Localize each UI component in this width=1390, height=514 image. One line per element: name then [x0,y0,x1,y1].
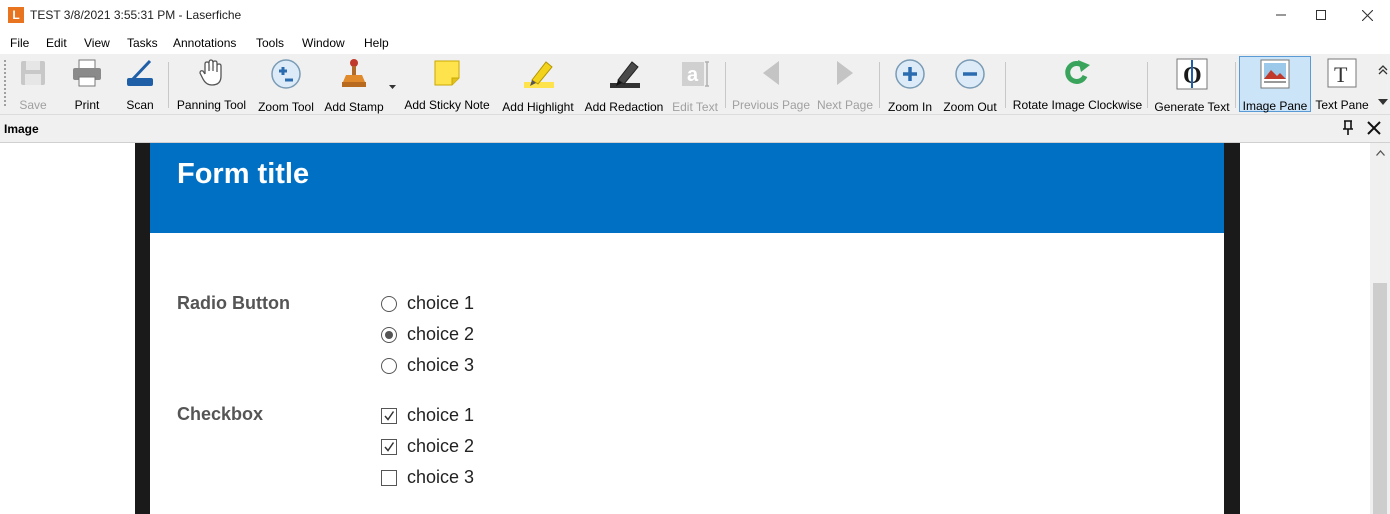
close-pane-button[interactable] [1366,120,1382,136]
arrow-right-icon [829,58,861,88]
add-redaction-button[interactable]: Add Redaction [583,56,665,114]
menu-edit[interactable]: Edit [46,36,67,50]
highlighter-icon [522,58,554,90]
toolbar-overflow [1376,54,1390,114]
close-icon [1361,9,1373,21]
ocr-icon: O [1176,58,1208,90]
chevron-double-up-icon [1378,65,1388,75]
checkbox-checked-icon [381,407,397,424]
toolbar-grip[interactable] [4,60,6,106]
chevron-up-icon [1375,150,1385,156]
radio-choice-2: choice 2 [381,324,474,345]
toolbar-separator [1005,62,1006,108]
image-pane-icon [1259,59,1291,89]
pin-icon [1343,120,1353,135]
zoom-out-icon [954,58,986,90]
close-window-button[interactable] [1344,0,1390,30]
marker-icon [608,58,640,90]
checkbox-choice-1: choice 1 [381,405,474,426]
menu-view[interactable]: View [84,36,110,50]
document-page: Form title Radio Button choice 1 choice … [150,143,1224,514]
checkbox-checked-icon [381,438,397,455]
checkbox-choice-3: choice 3 [381,467,474,488]
image-pane-button[interactable]: Image Pane [1239,56,1311,113]
minimize-icon [1276,14,1286,16]
checkbox-unchecked-icon [381,469,397,486]
toolbar-separator [725,62,726,108]
toolbar-separator [879,62,880,108]
window-title: TEST 3/8/2021 3:55:31 PM - Laserfiche [30,8,242,22]
edit-text-button[interactable]: a Edit Text [670,56,720,114]
radio-selected-icon [381,326,397,343]
print-button[interactable]: Print [64,56,110,112]
toolbar: Save Print Scan Panning Tool Zoom Tool A… [0,54,1390,115]
zoom-in-button[interactable]: Zoom In [884,56,936,114]
radio-unselected-icon [381,295,397,312]
radio-button-label: Radio Button [177,293,290,313]
scan-button[interactable]: Scan [119,56,161,112]
add-stamp-button[interactable]: Add Stamp [322,56,386,114]
toolbar-separator [1235,62,1236,108]
menu-help[interactable]: Help [364,36,389,50]
pane-title: Image [4,122,39,136]
add-highlight-button[interactable]: Add Highlight [497,56,579,114]
arrow-left-icon [755,58,787,88]
rotate-clockwise-icon [1062,58,1094,88]
panning-tool-button[interactable]: Panning Tool [174,56,249,112]
scroll-up-button[interactable] [1370,143,1390,163]
zoom-in-icon [894,58,926,90]
toolbar-separator [168,62,169,108]
next-page-button[interactable]: Next Page [815,56,875,112]
checkbox-label: Checkbox [177,404,264,424]
chevron-down-icon [389,85,396,89]
text-pane-button[interactable]: T Text Pane [1314,56,1370,112]
add-sticky-note-button[interactable]: Add Sticky Note [402,56,492,112]
printer-icon [71,58,103,88]
menu-tasks[interactable]: Tasks [127,36,158,50]
form-header: Form title [150,143,1224,233]
zoom-tool-button[interactable]: Zoom Tool [254,56,318,114]
previous-page-button[interactable]: Previous Page [731,56,811,112]
image-viewer[interactable]: Form title Radio Button choice 1 choice … [0,143,1370,514]
save-button[interactable]: Save [12,56,54,112]
toolbar-scroll-up-button[interactable] [1378,64,1388,78]
scanner-icon [124,58,156,88]
edit-text-icon: a [679,58,711,90]
zoom-tool-icon [270,58,302,90]
text-pane-icon: T [1326,58,1358,88]
radio-choice-1: choice 1 [381,293,474,314]
svg-text:a: a [687,64,699,86]
maximize-button[interactable] [1298,0,1344,30]
form-title: Form title [177,158,310,190]
rotate-image-clockwise-button[interactable]: Rotate Image Clockwise [1011,56,1144,112]
add-stamp-dropdown-arrow[interactable] [389,78,396,92]
title-bar: L TEST 3/8/2021 3:55:31 PM - Laserfiche [0,0,1390,30]
menu-annotations[interactable]: Annotations [173,36,236,50]
image-pane-header: Image [0,115,1390,143]
stamp-icon [338,58,370,90]
zoom-out-button[interactable]: Zoom Out [940,56,1000,114]
maximize-icon [1316,10,1326,20]
laserfiche-logo-icon: L [8,7,24,23]
chevron-down-icon [1378,99,1388,105]
menu-file[interactable]: File [10,36,29,50]
vertical-scrollbar[interactable] [1370,143,1390,514]
hand-icon [196,58,228,88]
radio-unselected-icon [381,357,397,374]
generate-text-button[interactable]: O Generate Text [1153,56,1231,114]
menu-bar: File Edit View Tasks Annotations Tools W… [0,30,1390,54]
menu-tools[interactable]: Tools [256,36,284,50]
sticky-note-icon [431,58,463,88]
close-icon [1367,121,1381,135]
svg-text:T: T [1334,62,1348,87]
scrollbar-thumb[interactable] [1373,283,1387,514]
menu-window[interactable]: Window [302,36,345,50]
pin-pane-button[interactable] [1340,120,1356,136]
toolbar-separator [1147,62,1148,108]
radio-choice-3: choice 3 [381,355,474,376]
toolbar-scroll-down-button[interactable] [1378,94,1388,108]
save-icon [17,58,49,88]
checkbox-choice-2: choice 2 [381,436,474,457]
